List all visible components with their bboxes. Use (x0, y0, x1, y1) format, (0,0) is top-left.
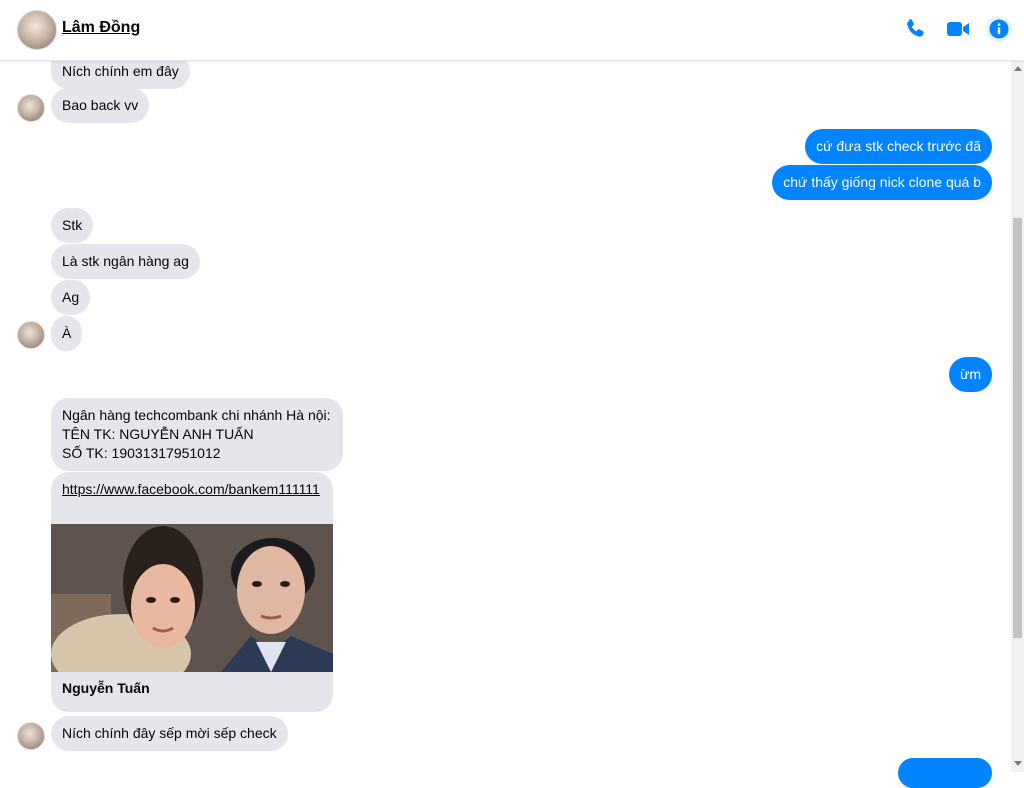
message-bubble-incoming: Ag (51, 280, 91, 315)
link-preview-card[interactable]: https://www.facebook.com/bankem111111 Ng… (51, 472, 333, 712)
sender-avatar[interactable] (17, 722, 45, 750)
sender-avatar[interactable] (17, 94, 45, 122)
account-name-line: TÊN TK: NGUYỄN ANH TUẤN (62, 426, 254, 442)
message-text: Ních chính đây sếp mời sếp check (62, 725, 277, 741)
message-bubble-outgoing: cứ đưa stk check trước đã (805, 129, 992, 164)
chat-header: Lâm Đồng (0, 0, 1024, 61)
message-text: cứ đưa stk check trước đã (816, 138, 981, 154)
message-text: À (62, 325, 72, 341)
message-bubble-outgoing: ừm (948, 357, 992, 392)
message-bubble-incoming: Ních chính đây sếp mời sếp check (51, 716, 288, 751)
message-bubble-incoming: Bao back vv (51, 88, 150, 123)
message-text: Ag (62, 289, 80, 305)
profile-photo[interactable] (51, 524, 333, 672)
message-bubble-outgoing: chứ thấy giống nick clone quá b (772, 165, 992, 200)
phone-icon[interactable] (900, 14, 930, 44)
message-text: ừm (959, 366, 981, 382)
message-text: Bao back vv (62, 97, 139, 113)
scrollbar[interactable] (1011, 60, 1024, 772)
profile-link[interactable]: https://www.facebook.com/bankem111111 (62, 480, 324, 499)
message-bubble-incoming: Là stk ngân hàng ag (51, 244, 200, 279)
contact-name[interactable]: Lâm Đồng (62, 19, 140, 37)
info-icon[interactable] (984, 14, 1014, 44)
scroll-down-arrow-icon[interactable] (1014, 761, 1022, 766)
scroll-up-arrow-icon[interactable] (1014, 66, 1022, 71)
message-bubble-incoming: À (51, 316, 83, 351)
message-bubble-incoming: Stk (51, 208, 94, 243)
message-bubble-bank-info: Ngân hàng techcombank chi nhánh Hà nội: … (51, 398, 343, 471)
message-text: Stk (62, 217, 83, 233)
bank-name-line: Ngân hàng techcombank chi nhánh Hà nội: (62, 407, 331, 423)
scroll-thumb[interactable] (1013, 218, 1022, 638)
sender-avatar[interactable] (17, 321, 45, 349)
message-text: Là stk ngân hàng ag (62, 253, 189, 269)
profile-name[interactable]: Nguyễn Tuấn (62, 680, 150, 696)
message-text: Ních chính em đây (62, 63, 179, 79)
account-number-line: SỐ TK: 19031317951012 (62, 445, 221, 461)
message-bubble-outgoing-partial (898, 758, 992, 788)
video-camera-icon[interactable] (943, 14, 973, 44)
contact-avatar[interactable] (17, 10, 57, 50)
message-text: chứ thấy giống nick clone quá b (783, 174, 981, 190)
